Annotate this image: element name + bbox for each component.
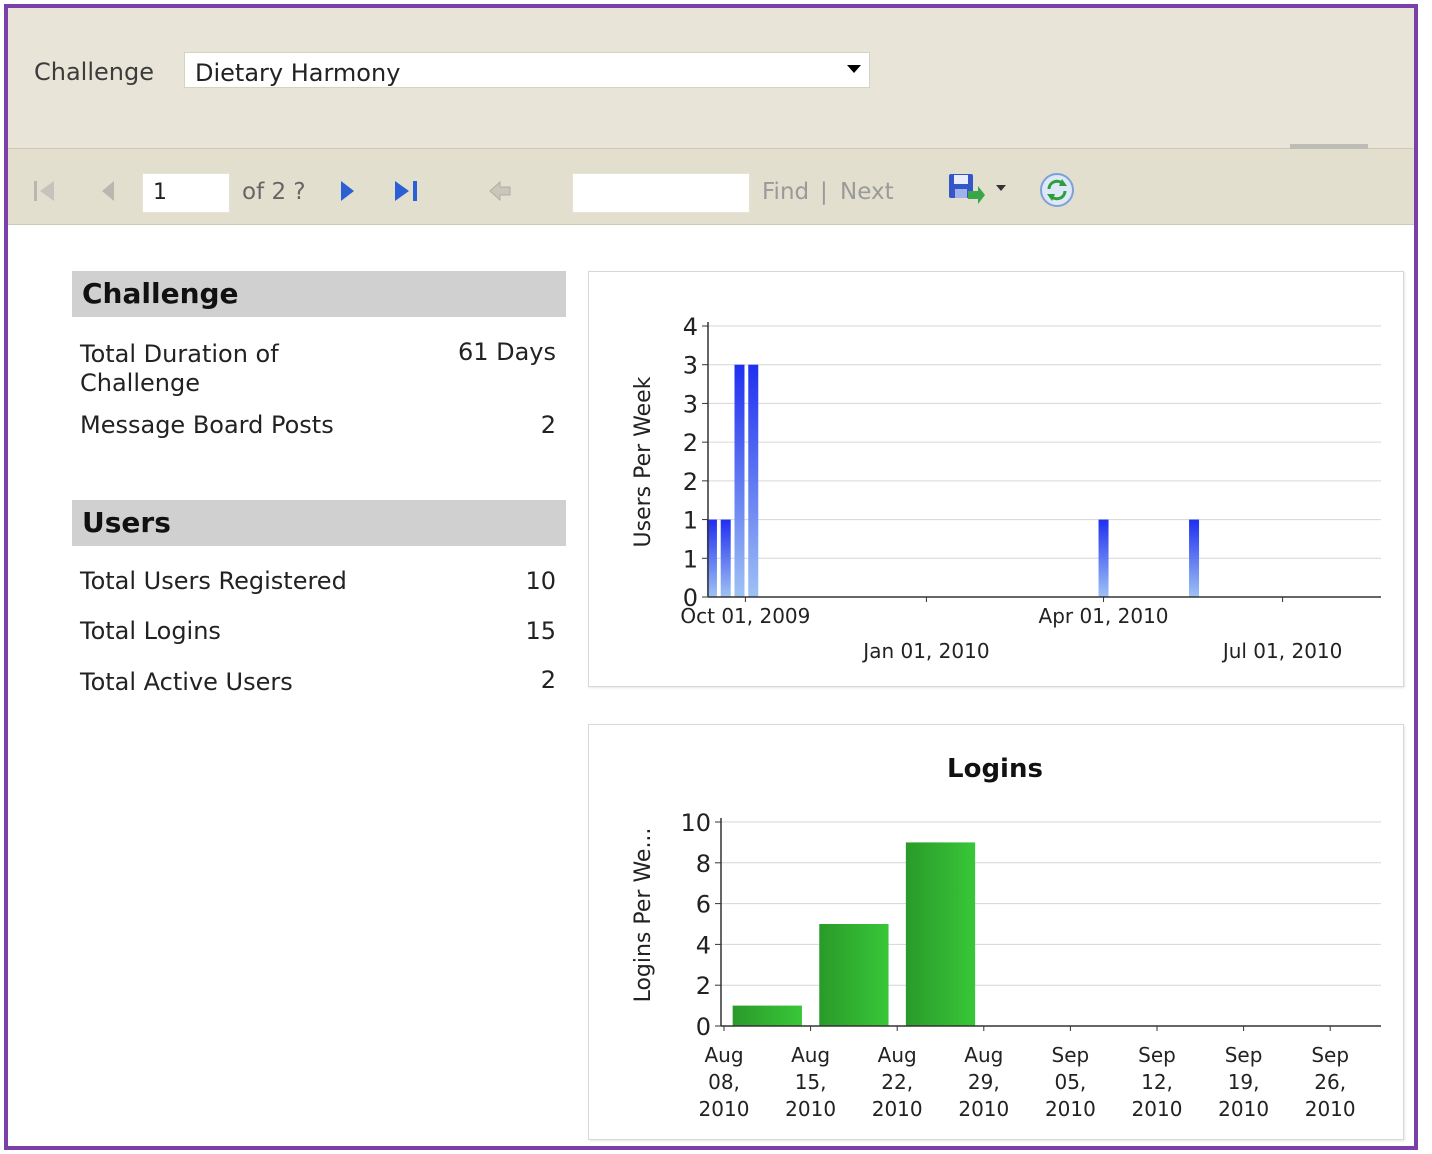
x-tick-label: Sep	[1311, 1043, 1349, 1067]
bar	[819, 924, 889, 1026]
x-tick-label: Apr 01, 2010	[1039, 604, 1169, 628]
x-tick-label: 26,	[1314, 1070, 1346, 1094]
save-export-icon[interactable]	[946, 171, 986, 207]
find-next-link[interactable]: Next	[840, 179, 894, 205]
challenge-select[interactable]: Dietary Harmony	[184, 52, 870, 88]
x-tick-label: Sep	[1138, 1043, 1176, 1067]
first-page-icon[interactable]	[32, 177, 58, 205]
x-tick-label: 2010	[1045, 1097, 1096, 1121]
x-tick-label: 08,	[708, 1070, 740, 1094]
parameter-bar: Challenge Dietary Harmony	[8, 8, 1414, 149]
users-section-header: Users	[72, 500, 566, 546]
y-tick-label: 8	[696, 850, 711, 878]
bar	[748, 364, 759, 597]
total-logins-value: 15	[525, 617, 556, 645]
x-tick-label: 15,	[795, 1070, 827, 1094]
find-separator: |	[820, 179, 828, 205]
y-tick-label: 2	[683, 429, 698, 457]
y-axis-label: Logins Per We...	[631, 828, 656, 1003]
bar	[720, 519, 731, 597]
total-duration-value: 61 Days	[457, 338, 556, 366]
refresh-icon[interactable]	[1038, 171, 1076, 209]
y-tick-label: 1	[683, 545, 698, 573]
total-logins-label: Total Logins	[80, 617, 221, 645]
users-section-title: Users	[82, 506, 171, 539]
report-toolbar: 1 of 2 ? Find | Next	[8, 149, 1414, 225]
x-tick-label: 2010	[958, 1097, 1009, 1121]
users-per-week-chart-svg: 01122334Oct 01, 2009Jan 01, 2010Apr 01, …	[631, 313, 1381, 663]
next-page-icon[interactable]	[336, 177, 358, 205]
challenge-select-value: Dietary Harmony	[195, 59, 401, 87]
x-tick-label: Aug	[791, 1043, 830, 1067]
logins-chart-svg: Logins 0 2 4 6 8 10 Aug 08, 2010 Aug 15, 2010 Aug 22, 2…	[631, 754, 1381, 1121]
x-tick-label: 2010	[785, 1097, 836, 1121]
challenge-section-header: Challenge	[72, 271, 566, 317]
x-tick-label: Aug	[704, 1043, 743, 1067]
x-tick-label: 22,	[881, 1070, 913, 1094]
x-tick-label: Sep	[1225, 1043, 1263, 1067]
y-tick-label: 2	[683, 468, 698, 496]
x-tick-label: Jul 01, 2010	[1221, 639, 1343, 663]
y-tick-label: 2	[696, 972, 711, 1000]
back-icon[interactable]	[488, 179, 514, 203]
x-tick-label: 29,	[968, 1070, 1000, 1094]
message-board-posts-label: Message Board Posts	[80, 411, 334, 439]
x-tick-label: Sep	[1052, 1043, 1090, 1067]
total-active-users-value: 2	[540, 666, 556, 694]
challenge-parameter-label: Challenge	[34, 58, 154, 86]
y-tick-label: 3	[683, 390, 698, 418]
bar	[1098, 519, 1109, 597]
y-tick-label: 6	[696, 891, 711, 919]
bar	[732, 1005, 802, 1026]
total-users-registered-label: Total Users Registered	[80, 567, 347, 595]
challenge-section-title: Challenge	[82, 277, 239, 310]
bar	[905, 842, 976, 1026]
chevron-down-icon[interactable]	[847, 65, 861, 73]
dropdown-arrow-icon[interactable]	[994, 183, 1008, 193]
previous-page-icon[interactable]	[96, 177, 118, 205]
bar	[1189, 519, 1200, 597]
y-tick-label: 4	[696, 931, 711, 959]
y-tick-label: 3	[683, 352, 698, 380]
total-duration-label: Total Duration of Challenge	[80, 340, 279, 397]
x-tick-label: 2010	[1218, 1097, 1269, 1121]
y-tick-label: 4	[683, 313, 698, 341]
x-tick-label: Aug	[878, 1043, 917, 1067]
find-link[interactable]: Find	[762, 179, 809, 205]
message-board-posts-value: 2	[540, 411, 556, 439]
bar	[734, 364, 745, 597]
total-users-registered-value: 10	[525, 567, 556, 595]
last-page-icon[interactable]	[392, 177, 422, 205]
x-tick-label: 2010	[872, 1097, 923, 1121]
page-number-input[interactable]: 1	[142, 173, 230, 213]
x-tick-label: Jan 01, 2010	[861, 639, 989, 663]
logins-chart: Logins 0 2 4 6 8 10 Aug 08, 2010 Aug 15, 2010 Aug 22, 2…	[588, 724, 1404, 1140]
x-tick-label: 19,	[1228, 1070, 1260, 1094]
report-viewer-frame: Challenge Dietary Harmony 1 of 2 ? Find …	[4, 4, 1418, 1150]
x-tick-label: Aug	[964, 1043, 1003, 1067]
chart-title: Logins	[947, 754, 1043, 784]
users-per-week-chart: 0 1 1 2 2 3 3 4 Oct 01, 2009 Jan 01, 2010 Apr 01, …	[588, 271, 1404, 687]
find-text-input[interactable]	[572, 173, 750, 213]
x-tick-label: 2010	[1305, 1097, 1356, 1121]
x-tick-label: 05,	[1054, 1070, 1086, 1094]
x-tick-label: 2010	[699, 1097, 750, 1121]
x-tick-label: Oct 01, 2009	[680, 604, 810, 628]
y-tick-label: 0	[696, 1013, 711, 1041]
y-tick-label: 1	[683, 507, 698, 535]
page-count-label: of 2 ?	[242, 179, 306, 205]
y-axis-label: Users Per Week	[631, 376, 656, 547]
y-tick-label: 10	[680, 809, 711, 837]
total-active-users-label: Total Active Users	[80, 668, 293, 696]
x-tick-label: 12,	[1141, 1070, 1173, 1094]
x-tick-label: 2010	[1132, 1097, 1183, 1121]
